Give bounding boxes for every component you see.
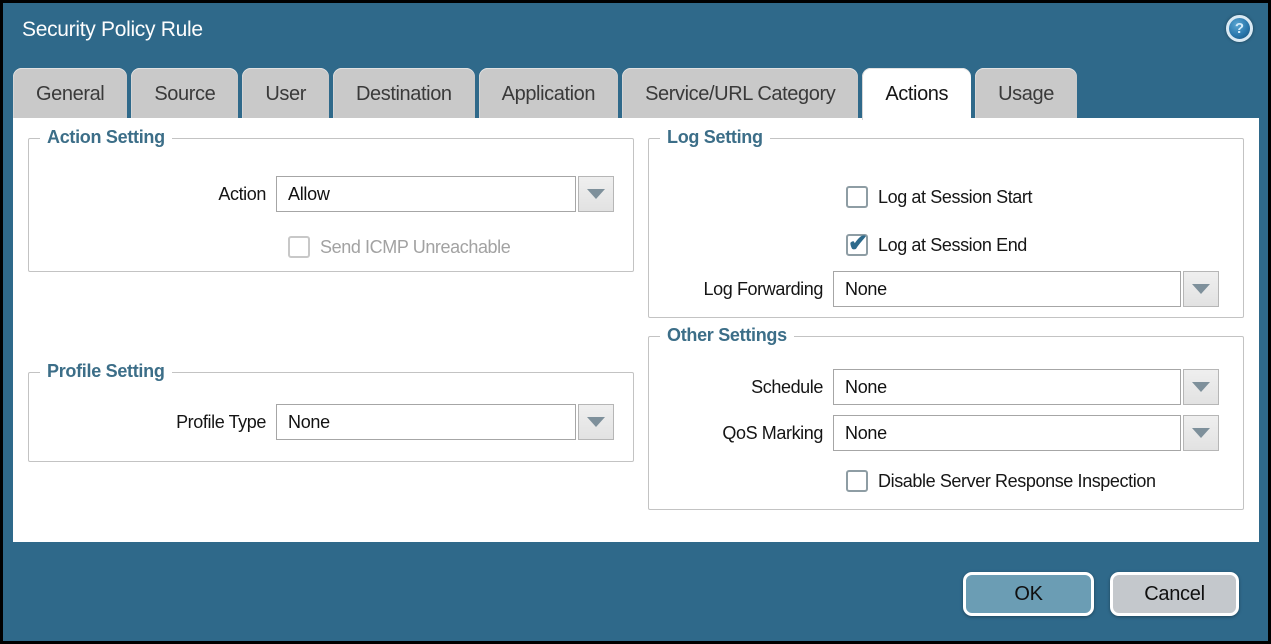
chevron-down-icon [587,189,605,199]
disable-server-response-inspection-checkbox[interactable] [846,470,868,492]
log-at-session-start-label: Log at Session Start [878,187,1032,208]
action-combo-dropdown-button[interactable] [578,176,614,212]
disable-server-response-inspection-label: Disable Server Response Inspection [878,471,1156,492]
chevron-down-icon [1192,284,1210,294]
tab-general[interactable]: General [13,68,127,118]
log-forwarding-combo-value[interactable]: None [833,271,1181,307]
qos-marking-combo-value[interactable]: None [833,415,1181,451]
log-forwarding-label: Log Forwarding [649,279,833,300]
tab-bar: General Source User Destination Applicat… [13,68,1259,118]
qos-marking-label: QoS Marking [649,423,833,444]
profile-setting-legend: Profile Setting [40,361,172,382]
action-setting-group: Action Setting Action Allow Send ICMP Un… [28,138,634,272]
help-icon[interactable]: ? [1226,15,1253,42]
security-policy-rule-dialog: Security Policy Rule ? General Source Us… [3,3,1268,641]
tab-user[interactable]: User [242,68,329,118]
tab-source[interactable]: Source [131,68,238,118]
other-settings-legend: Other Settings [660,325,794,346]
log-at-session-end-label: Log at Session End [878,235,1027,256]
log-setting-group: Log Setting Log at Session Start Log at … [648,138,1244,318]
schedule-combo-dropdown-button[interactable] [1183,369,1219,405]
log-forwarding-combo-dropdown-button[interactable] [1183,271,1219,307]
profile-type-combo-value[interactable]: None [276,404,576,440]
action-combo-value[interactable]: Allow [276,176,576,212]
qos-marking-combo-dropdown-button[interactable] [1183,415,1219,451]
tab-content-panel: Action Setting Action Allow Send ICMP Un… [13,118,1259,542]
schedule-combo-value[interactable]: None [833,369,1181,405]
dialog-title: Security Policy Rule [22,18,203,42]
send-icmp-unreachable-checkbox [288,236,310,258]
tab-destination[interactable]: Destination [333,68,475,118]
profile-type-combo-dropdown-button[interactable] [578,404,614,440]
action-setting-legend: Action Setting [40,127,172,148]
send-icmp-unreachable-label: Send ICMP Unreachable [320,237,510,258]
profile-setting-group: Profile Setting Profile Type None [28,372,634,462]
chevron-down-icon [587,417,605,427]
dialog-frame: Security Policy Rule ? General Source Us… [0,0,1271,644]
tab-application[interactable]: Application [479,68,618,118]
chevron-down-icon [1192,382,1210,392]
profile-type-label: Profile Type [29,412,276,433]
tab-service-url-category[interactable]: Service/URL Category [622,68,858,118]
ok-button[interactable]: OK [963,572,1094,616]
schedule-label: Schedule [649,377,833,398]
tab-usage[interactable]: Usage [975,68,1077,118]
action-label: Action [29,184,276,205]
log-at-session-end-checkbox[interactable] [846,234,868,256]
chevron-down-icon [1192,428,1210,438]
tab-actions[interactable]: Actions [862,68,971,120]
other-settings-group: Other Settings Schedule None QoS Marking… [648,336,1244,510]
cancel-button[interactable]: Cancel [1110,572,1239,616]
log-setting-legend: Log Setting [660,127,770,148]
log-at-session-start-checkbox[interactable] [846,186,868,208]
